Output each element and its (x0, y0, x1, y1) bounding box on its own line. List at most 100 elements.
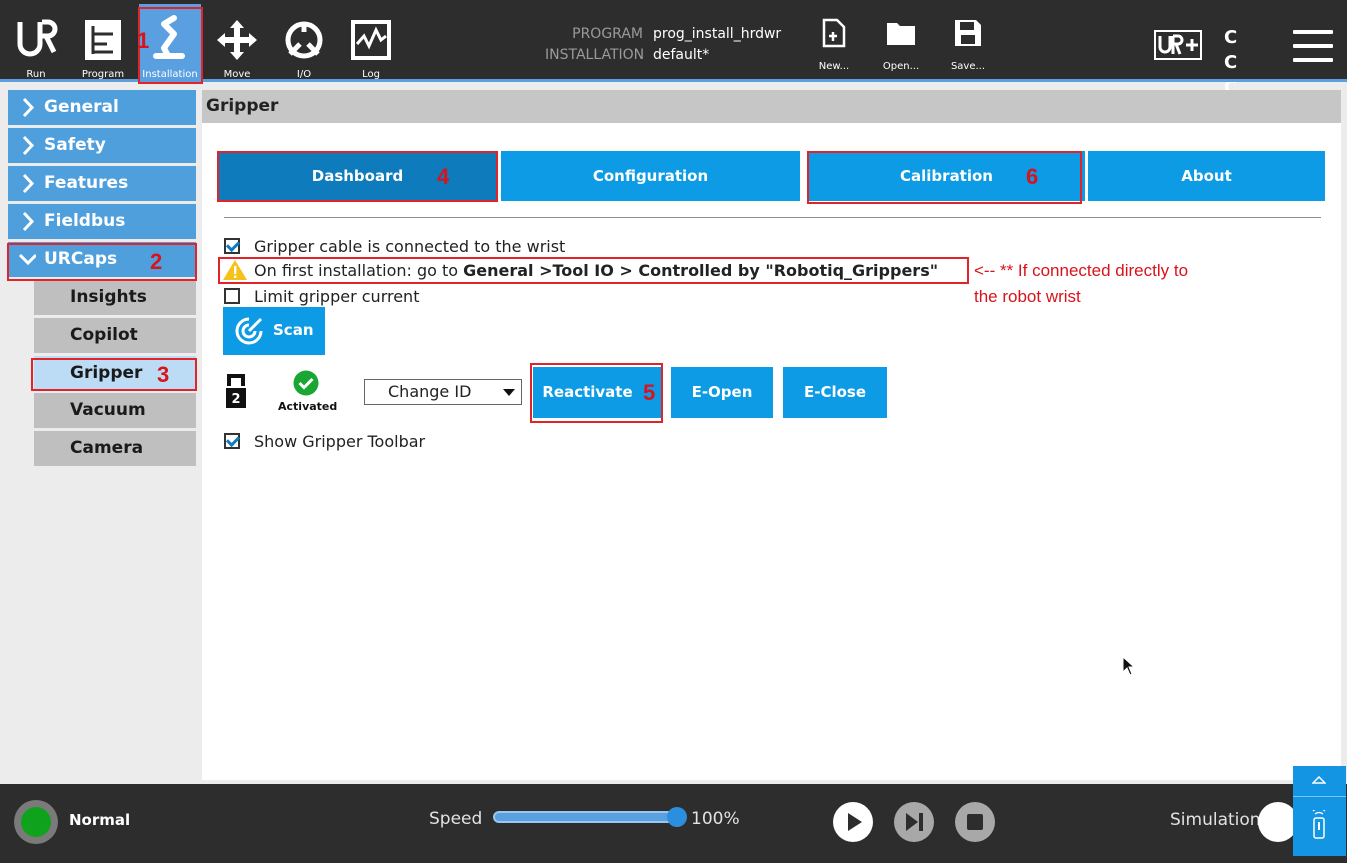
nav-run-button[interactable]: Run (5, 6, 67, 82)
annotation-number-2: 2 (150, 249, 163, 274)
new-file-icon (822, 18, 846, 48)
sidebar-item-features[interactable]: Features (8, 166, 196, 201)
simulation-toggle[interactable] (1258, 802, 1298, 842)
nav-move-label: Move (223, 69, 251, 80)
annotation-number-1: 1 (137, 28, 150, 53)
scan-icon (235, 317, 263, 345)
annotation-box-6 (807, 151, 1082, 204)
nav-io-label: I/O (296, 69, 312, 80)
chevron-up-icon[interactable] (1312, 776, 1326, 786)
sidebar-item-label: Fieldbus (44, 211, 126, 231)
change-id-select[interactable]: Change ID (364, 379, 522, 405)
tab-configuration[interactable]: Configuration (501, 151, 800, 201)
robot-status-label: Normal (69, 811, 131, 829)
program-info: PROGRAM prog_install_hrdwr INSTALLATION … (545, 26, 781, 68)
save-button[interactable]: Save... (942, 18, 994, 78)
hamburger-icon[interactable] (1293, 30, 1333, 62)
step-button[interactable] (893, 801, 935, 843)
sidebar-subitem-label: Insights (70, 287, 147, 307)
tab-about[interactable]: About (1088, 151, 1325, 201)
sidebar-item-label: General (44, 97, 119, 117)
simulation-label: Simulation (1170, 810, 1261, 830)
tab-label: About (1181, 167, 1232, 185)
nav-move-button[interactable]: Move (206, 6, 268, 82)
play-button[interactable] (832, 801, 874, 843)
cable-connected-checkbox-row[interactable]: Gripper cable is connected to the wrist (224, 235, 565, 257)
annotation-box-3 (31, 358, 197, 391)
save-label: Save... (950, 61, 986, 72)
sidebar: General Safety Features Fieldbus URCaps … (0, 85, 200, 780)
scan-button[interactable]: Scan (223, 307, 325, 355)
sidebar-subitem-vacuum[interactable]: Vacuum (34, 393, 196, 428)
sidebar-item-label: Features (44, 173, 129, 193)
limit-current-checkbox-row[interactable]: Limit gripper current (224, 285, 419, 307)
show-toolbar-checkbox[interactable] (224, 433, 240, 449)
check-circle-icon (293, 370, 319, 396)
nav-log-label: Log (362, 69, 380, 80)
annotation-box-4 (217, 151, 498, 202)
annotation-note-line2: the robot wrist (974, 287, 1081, 306)
save-disk-icon (955, 20, 981, 46)
power-status-button[interactable] (14, 800, 58, 844)
installation-value: default* (653, 47, 710, 63)
activated-label: Activated (278, 400, 338, 413)
gripper-number: 2 (231, 392, 240, 407)
cable-connected-checkbox[interactable] (224, 238, 240, 254)
speed-slider-handle[interactable] (667, 807, 687, 827)
nav-program-label: Program (81, 69, 125, 80)
limit-current-label: Limit gripper current (254, 286, 420, 306)
e-close-button[interactable]: E-Close (783, 367, 887, 418)
bottom-bar: Normal Speed 100% Simulation (0, 784, 1347, 863)
sidebar-subitem-copilot[interactable]: Copilot (34, 318, 196, 353)
sidebar-item-fieldbus[interactable]: Fieldbus (8, 204, 196, 239)
divider (224, 217, 1321, 218)
annotation-number-4: 4 (437, 164, 450, 189)
nav-program-button[interactable]: Program (72, 6, 134, 82)
sidebar-subitem-insights[interactable]: Insights (34, 280, 196, 315)
sidebar-item-safety[interactable]: Safety (8, 128, 196, 163)
chevron-right-icon (22, 97, 35, 118)
nav-log-button[interactable]: Log (340, 6, 402, 82)
sidebar-subitem-label: Camera (70, 438, 144, 458)
ur-plus-icon[interactable] (1154, 30, 1202, 60)
new-label: New... (818, 61, 850, 72)
change-id-value: Change ID (388, 382, 472, 401)
program-icon (85, 20, 121, 60)
sidebar-item-general[interactable]: General (8, 90, 196, 125)
mouse-cursor-icon (1122, 656, 1136, 676)
log-icon (351, 20, 391, 60)
chevron-down-icon (503, 389, 515, 396)
show-toolbar-label: Show Gripper Toolbar (254, 431, 426, 451)
program-key: PROGRAM (572, 26, 643, 42)
chevron-right-icon (22, 211, 35, 232)
sidebar-subitem-camera[interactable]: Camera (34, 431, 196, 466)
cable-connected-label: Gripper cable is connected to the wrist (254, 236, 566, 256)
scan-label: Scan (273, 321, 314, 339)
speed-label: Speed (429, 809, 483, 829)
ur-logo-icon (17, 19, 58, 57)
annotation-box-warning (218, 257, 969, 284)
limit-current-checkbox[interactable] (224, 288, 240, 304)
new-button[interactable]: New... (808, 18, 860, 78)
annotation-number-5: 5 (643, 380, 656, 405)
gripper-icon: 2 (226, 374, 246, 408)
stop-button[interactable] (954, 801, 996, 843)
annotation-note: <-- ** If connected directly to the robo… (974, 258, 1188, 310)
sidebar-subitem-label: Vacuum (70, 400, 146, 420)
chevron-right-icon (22, 135, 35, 156)
open-button[interactable]: Open... (875, 18, 927, 78)
nav-run-label: Run (26, 69, 46, 80)
show-toolbar-checkbox-row[interactable]: Show Gripper Toolbar (224, 430, 425, 452)
page-title: Gripper (202, 90, 1341, 123)
e-close-label: E-Close (803, 383, 867, 401)
e-open-button[interactable]: E-Open (671, 367, 773, 418)
io-icon (285, 21, 323, 59)
speed-slider[interactable] (493, 811, 677, 823)
side-panel (1293, 766, 1346, 856)
nav-io-button[interactable]: I/O (273, 6, 335, 82)
move-icon (217, 20, 257, 60)
open-label: Open... (882, 61, 920, 72)
teach-pendant-icon[interactable] (1311, 810, 1327, 840)
speed-value: 100% (691, 809, 740, 829)
program-value: prog_install_hrdwr (653, 26, 782, 42)
